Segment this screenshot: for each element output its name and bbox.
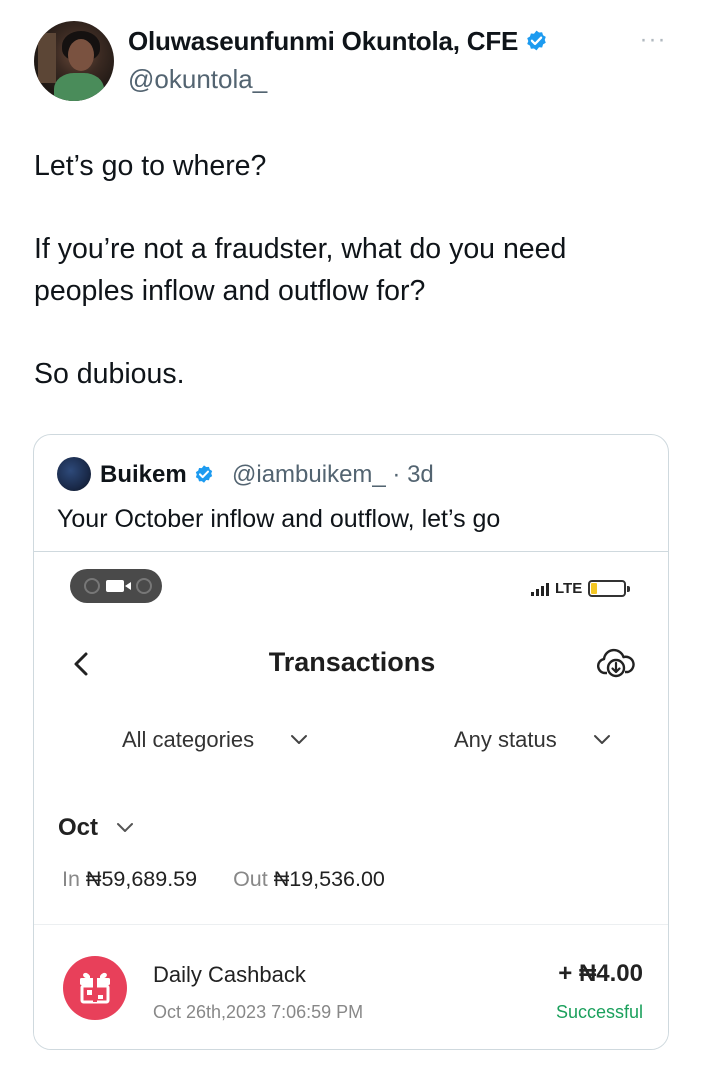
transactions-screenshot: LTE Transactions All categories Any stat… (34, 552, 668, 1049)
outflow-label: Out (233, 867, 268, 891)
divider (34, 924, 668, 925)
outflow-amount: ₦19,536.00 (273, 867, 385, 891)
transaction-date: Oct 26th,2023 7:06:59 PM (153, 1002, 364, 1022)
quote-tweet-card[interactable]: Buikem @iambuikem_ · 3d Your October inf… (33, 434, 669, 1050)
month-selector[interactable]: Oct (58, 814, 134, 842)
quote-author-handle[interactable]: @iambuikem_ · 3d (232, 461, 434, 489)
category-filter-dropdown[interactable]: All categories (122, 727, 308, 753)
quote-author-name-text[interactable]: Buikem (100, 461, 187, 489)
tweet-text: Let’s go to where? If you’re not a fraud… (34, 150, 567, 390)
chevron-down-icon (593, 735, 610, 744)
status-filter-dropdown[interactable]: Any status (454, 727, 611, 753)
network-label: LTE (555, 580, 583, 597)
author-name[interactable]: Oluwaseunfunmi Okuntola, CFE (128, 26, 549, 57)
more-horizontal-icon[interactable]: ··· (638, 28, 668, 52)
transaction-status: Successful (555, 1002, 643, 1022)
verified-badge-icon (527, 30, 546, 51)
inflow-label: In (62, 867, 80, 891)
dynamic-island-indicator (70, 569, 162, 603)
inflow-amount: ₦59,689.59 (85, 867, 198, 891)
quote-text: Your October inflow and outflow, let’s g… (57, 505, 501, 533)
category-filter-label: All categories (122, 727, 255, 752)
status-bar: LTE (531, 580, 631, 597)
transaction-amount: + ₦4.00 (558, 960, 643, 987)
cloud-download-icon[interactable] (597, 647, 635, 681)
screen-title: Transactions (268, 647, 436, 677)
battery-icon (588, 580, 631, 597)
quote-author-avatar[interactable] (57, 457, 91, 491)
month-label: Oct (58, 814, 99, 841)
chevron-down-icon (291, 735, 308, 744)
transaction-name: Daily Cashback (153, 962, 306, 987)
author-handle[interactable]: @okuntola_ (128, 64, 267, 95)
author-avatar[interactable] (34, 21, 114, 101)
verified-badge-icon (195, 465, 212, 483)
status-filter-label: Any status (454, 727, 557, 752)
author-name-text[interactable]: Oluwaseunfunmi Okuntola, CFE (128, 26, 518, 57)
signal-icon (531, 582, 549, 596)
inflow-outflow-summary: In ₦59,689.59 Out ₦19,536.00 (62, 867, 385, 892)
gift-icon (63, 956, 127, 1020)
quote-author-name[interactable]: Buikem (100, 461, 215, 489)
chevron-down-icon (117, 823, 134, 832)
